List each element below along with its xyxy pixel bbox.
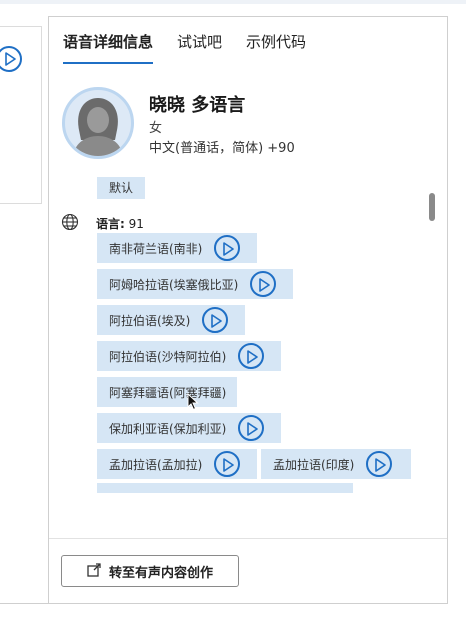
language-chip: 保加利亚语(保加利亚)	[97, 413, 281, 443]
language-label: 阿拉伯语(埃及)	[109, 313, 191, 328]
globe-icon	[61, 213, 79, 235]
scrollbar-thumb[interactable]	[429, 193, 435, 221]
divider	[0, 603, 49, 604]
play-icon[interactable]	[202, 307, 229, 333]
voice-detail-panel: 语音详细信息 试试吧 示例代码 晓晓 多语言 女 中文(普通话，简体) +90 …	[48, 16, 448, 604]
voice-gender: 女	[149, 121, 163, 136]
default-style-chip: 默认	[97, 177, 146, 199]
tab-sample-code[interactable]: 示例代码	[246, 31, 306, 64]
language-label: 南非荷兰语(南非)	[109, 241, 203, 256]
details-scroll-area: 默认 语言: 91 南非荷兰语(南非) 阿姆哈拉语(埃塞俄比亚) 阿拉伯语(埃及…	[49, 177, 447, 507]
tab-bar: 语音详细信息 试试吧 示例代码	[63, 31, 330, 64]
tab-voice-details[interactable]: 语音详细信息	[63, 31, 154, 64]
languages-label: 语言	[96, 217, 121, 231]
top-edge	[0, 0, 466, 4]
play-icon[interactable]	[238, 343, 265, 369]
language-label: 阿拉伯语(沙特阿拉伯)	[109, 349, 227, 364]
play-icon[interactable]	[366, 451, 393, 477]
language-chip: 阿拉伯语(埃及)	[97, 305, 245, 335]
footer-divider	[49, 538, 447, 539]
language-chip: 阿拉伯语(沙特阿拉伯)	[97, 341, 281, 371]
play-icon[interactable]	[214, 451, 241, 477]
languages-count-label: 语言: 91	[96, 217, 144, 231]
play-icon[interactable]	[214, 235, 241, 261]
external-link-icon	[87, 562, 101, 581]
voice-languages-summary: 中文(普通话，简体) +90	[149, 141, 295, 156]
mouse-cursor-icon	[187, 392, 199, 415]
languages-count: 91	[128, 217, 144, 231]
language-label: 阿姆哈拉语(埃塞俄比亚)	[109, 277, 239, 292]
play-icon[interactable]	[250, 271, 277, 297]
language-chip: 阿姆哈拉语(埃塞俄比亚)	[97, 269, 293, 299]
language-label: 保加利亚语(保加利亚)	[109, 421, 227, 436]
language-chip-partial	[97, 483, 353, 493]
language-chip: 孟加拉语(孟加拉)	[97, 449, 257, 479]
play-icon[interactable]	[238, 415, 265, 441]
language-chip: 孟加拉语(印度)	[261, 449, 411, 479]
tab-try-it[interactable]: 试试吧	[177, 31, 222, 64]
go-to-audio-content-creation-button[interactable]: 转至有声内容创作	[61, 555, 239, 587]
avatar	[62, 87, 134, 159]
language-label: 孟加拉语(孟加拉)	[109, 457, 203, 472]
voice-name: 晓晓 多语言	[149, 95, 246, 116]
language-label: 阿塞拜疆语(阿塞拜疆)	[109, 385, 227, 400]
cta-label: 转至有声内容创作	[108, 565, 213, 581]
language-chip[interactable]: 阿塞拜疆语(阿塞拜疆)	[97, 377, 237, 407]
language-label: 孟加拉语(印度)	[273, 457, 355, 472]
language-chip: 南非荷兰语(南非)	[97, 233, 257, 263]
